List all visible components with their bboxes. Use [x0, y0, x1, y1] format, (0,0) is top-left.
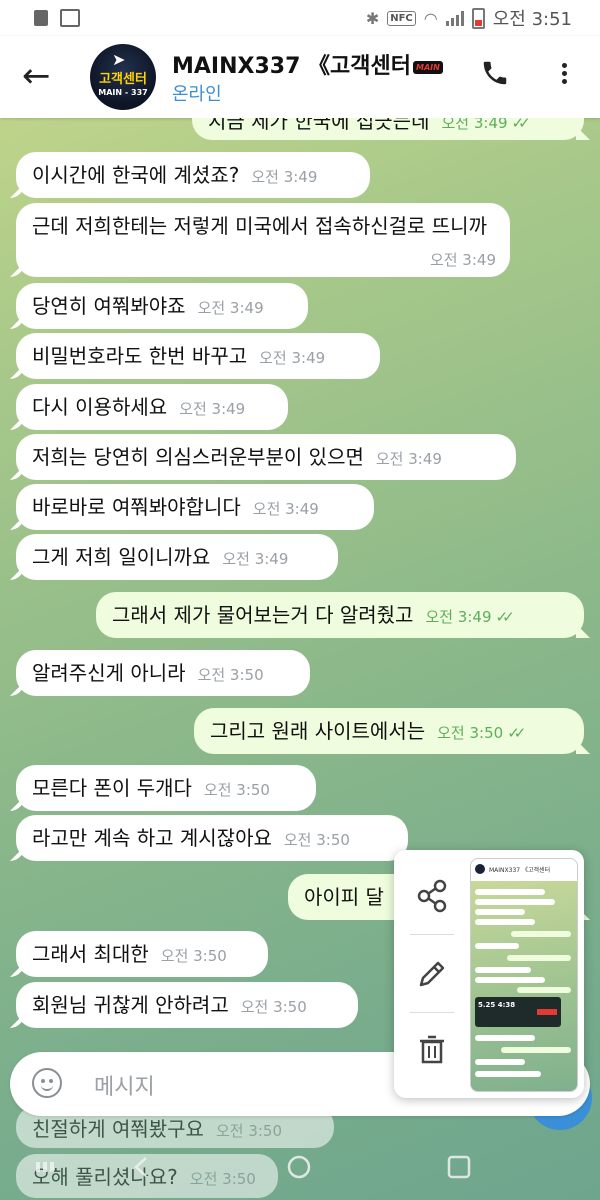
trash-icon[interactable]: [412, 1030, 452, 1070]
emoji-icon[interactable]: [32, 1068, 62, 1098]
nfc-icon: NFC: [387, 10, 416, 26]
paper-plane-icon: ➤: [112, 50, 126, 69]
image-icon: [60, 9, 80, 27]
message-time: 오전 3:50: [197, 666, 264, 684]
message-text: 그래서 제가 물어보는거 다 알려줬고: [112, 603, 414, 627]
message-time: 오전 3:50: [283, 831, 350, 849]
message-time: 오전 3:50: [203, 781, 270, 799]
message-text: 이시간에 한국에 계셨죠?: [32, 163, 240, 187]
message-time: 오전 3:50: [215, 1122, 283, 1140]
thumbnail-header: MAINX337 《고객센터: [471, 859, 577, 881]
bluetooth-icon: ✱: [365, 8, 380, 28]
message-bubble[interactable]: 바로바로 여쭤봐야합니다 오전 3:49: [10, 484, 374, 530]
share-icon[interactable]: [412, 876, 452, 916]
read-checks-icon: ✓✓: [507, 724, 526, 742]
wifi-icon: ◠: [423, 8, 438, 28]
chat-header: ← ➤ 고객센터 MAIN - 337 MAINX337 《고객센터 MAIN 온…: [0, 36, 600, 118]
screenshot-popup: MAINX337 《고객센터 5.25 4:38: [394, 850, 584, 1098]
system-nav-bar: [0, 1140, 600, 1200]
title-badge: MAIN: [413, 60, 443, 74]
message-text: 그래서 최대한: [32, 942, 149, 966]
status-time: 오전 3:51: [492, 9, 572, 30]
message-text: 회원님 귀찮게 안하려고: [32, 993, 229, 1017]
back-arrow-icon[interactable]: ←: [22, 54, 58, 98]
overview-icon[interactable]: [444, 1152, 474, 1182]
back-nav-icon[interactable]: [126, 1152, 156, 1182]
read-checks-icon: ✓✓: [495, 608, 515, 626]
avatar-title: 고객센터: [99, 72, 147, 87]
message-time: 오전 3:49: [441, 118, 508, 132]
avatar[interactable]: ➤ 고객센터 MAIN - 337: [90, 44, 156, 110]
message-bubble[interactable]: 비밀번호라도 한번 바꾸고 오전 3:49: [10, 333, 380, 379]
online-status: 온라인: [172, 84, 222, 105]
message-time: 오전 3:50: [437, 724, 504, 742]
message-bubble[interactable]: 저희는 당연히 의심스러운부분이 있으면 오전 3:49: [10, 434, 516, 480]
message-time: 오전 3:50: [240, 998, 307, 1016]
message-time: 오전 3:49: [252, 500, 319, 518]
message-input[interactable]: 메시지: [94, 1069, 155, 1101]
message-time: 오전 3:49: [429, 251, 496, 269]
battery-icon: [471, 7, 485, 29]
message-bubble[interactable]: 그리고 원래 사이트에서는 오전 3:50 ✓✓: [194, 708, 590, 754]
message-bubble[interactable]: 라고만 계속 하고 계시잖아요 오전 3:50: [10, 815, 408, 861]
chat-title-text: MAINX337 《고객센터: [172, 54, 412, 79]
avatar-subtitle: MAIN - 337: [98, 88, 148, 97]
message-text: 바로바로 여쭤봐야합니다: [32, 495, 241, 519]
message-text: 라고만 계속 하고 계시잖아요: [32, 826, 272, 850]
message-text: 알려주신게 아니라: [32, 661, 186, 685]
message-time: 오전 3:50: [160, 947, 227, 965]
message-bubble[interactable]: 다시 이용하세요 오전 3:49: [10, 384, 288, 430]
alert-icon: [34, 10, 48, 26]
message-text: 근데 저희한테는 저렇게 미국에서 접속하신걸로 뜨니까: [32, 214, 487, 238]
thumbnail-image: 5.25 4:38: [475, 997, 561, 1027]
message-bubble[interactable]: 알려주신게 아니라 오전 3:50: [10, 650, 310, 696]
phone-icon[interactable]: [480, 58, 512, 94]
message-bubble[interactable]: 그래서 최대한 오전 3:50: [10, 931, 268, 977]
recent-apps-icon[interactable]: [30, 1152, 60, 1182]
message-bubble[interactable]: 회원님 귀찮게 안하려고 오전 3:50: [10, 982, 358, 1028]
message-bubble[interactable]: 지금 제가 한국에 접긋는데 오전 3:49 ✓✓: [192, 118, 590, 140]
message-text: 지금 제가 한국에 접긋는데: [208, 118, 430, 133]
message-bubble[interactable]: 그래서 제가 물어보는거 다 알려줬고 오전 3:49 ✓✓: [96, 592, 590, 638]
screenshot-thumbnail[interactable]: MAINX337 《고객센터 5.25 4:38: [470, 858, 578, 1092]
message-time: 오전 3:49: [251, 168, 318, 186]
read-checks-icon: ✓✓: [511, 118, 531, 132]
message-text: 비밀번호라도 한번 바꾸고: [32, 344, 248, 368]
home-icon[interactable]: [284, 1152, 314, 1182]
message-text: 친절하게 여쭤봤구요: [32, 1117, 204, 1141]
message-time: 오전 3:49: [222, 550, 289, 568]
thumbnail-dark-text: 5.25 4:38: [478, 1001, 516, 1009]
message-text: 당연히 여쭤봐야죠: [32, 294, 186, 318]
message-time: 오전 3:49: [197, 299, 264, 317]
message-bubble[interactable]: 근데 저희한테는 저렇게 미국에서 접속하신걸로 뜨니까오전 3:49: [10, 203, 510, 277]
message-bubble[interactable]: 이시간에 한국에 계셨죠? 오전 3:49: [10, 152, 370, 198]
message-bubble[interactable]: 모른다 폰이 두개다 오전 3:50: [10, 765, 316, 811]
message-time: 오전 3:49: [375, 450, 442, 468]
message-text: 아이피 달: [304, 885, 384, 909]
more-options-icon[interactable]: [556, 60, 572, 96]
status-bar: ✱ NFC ◠ 오전 3:51: [0, 0, 600, 36]
signal-icon: [445, 10, 464, 26]
chat-title[interactable]: MAINX337 《고객센터 MAIN: [172, 48, 462, 80]
pencil-icon[interactable]: [412, 954, 452, 994]
message-time: 오전 3:49: [259, 349, 326, 367]
thumbnail-title: MAINX337 《고객센터: [489, 867, 551, 874]
message-text: 저희는 당연히 의심스러운부분이 있으면: [32, 445, 364, 469]
message-bubble[interactable]: 그게 저희 일이니까요 오전 3:49: [10, 534, 338, 580]
message-bubble[interactable]: 당연히 여쭤봐야죠 오전 3:49: [10, 283, 308, 329]
message-text: 다시 이용하세요: [32, 395, 168, 419]
message-text: 그게 저희 일이니까요: [32, 545, 211, 569]
message-text: 그리고 원래 사이트에서는: [210, 719, 426, 743]
message-time: 오전 3:49: [425, 608, 492, 626]
message-text: 모른다 폰이 두개다: [32, 776, 192, 800]
message-time: 오전 3:49: [179, 400, 246, 418]
